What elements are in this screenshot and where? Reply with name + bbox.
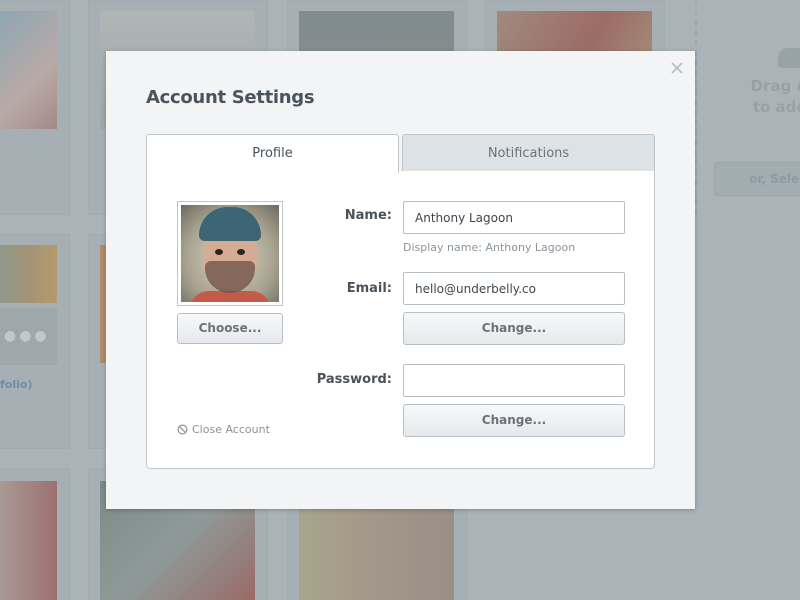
select-files-button[interactable]: or, Select <box>714 162 800 196</box>
prohibited-icon <box>177 424 188 435</box>
tab-profile[interactable]: Profile <box>146 134 399 173</box>
password-input[interactable] <box>403 364 625 397</box>
email-label: Email: <box>346 281 392 296</box>
tab-notifications[interactable]: Notifications <box>402 134 655 172</box>
avatar-frame <box>177 201 283 306</box>
name-input[interactable] <box>403 201 625 234</box>
close-account-link[interactable]: Close Account <box>177 423 270 436</box>
name-label: Name: <box>344 208 392 223</box>
dropzone-text: Drag & to add <box>750 77 800 116</box>
choose-avatar-button[interactable]: Choose... <box>177 313 283 344</box>
change-email-button[interactable]: Change... <box>403 312 625 345</box>
change-password-button[interactable]: Change... <box>403 404 625 437</box>
more-dots-icon: ●●● <box>4 328 50 344</box>
display-name-hint: Display name: Anthony Lagoon <box>403 241 576 254</box>
profile-panel: Choose... Name: Display name: Anthony La… <box>146 171 655 469</box>
email-input[interactable] <box>403 272 625 305</box>
gallery-card-title: folio) <box>0 378 33 391</box>
gallery-thumbnail <box>0 481 57 600</box>
close-button[interactable] <box>668 59 686 77</box>
avatar <box>181 205 279 302</box>
account-settings-modal: Account Settings Profile Notifications C… <box>106 51 695 509</box>
close-icon <box>671 62 683 74</box>
gallery-thumbnail <box>0 245 57 303</box>
close-account-label: Close Account <box>192 423 270 436</box>
password-label: Password: <box>316 372 392 387</box>
settings-tabs: Profile Notifications <box>146 134 655 173</box>
gallery-thumbnail <box>0 11 57 129</box>
cloud-upload-icon <box>778 48 800 68</box>
modal-title: Account Settings <box>146 87 315 108</box>
